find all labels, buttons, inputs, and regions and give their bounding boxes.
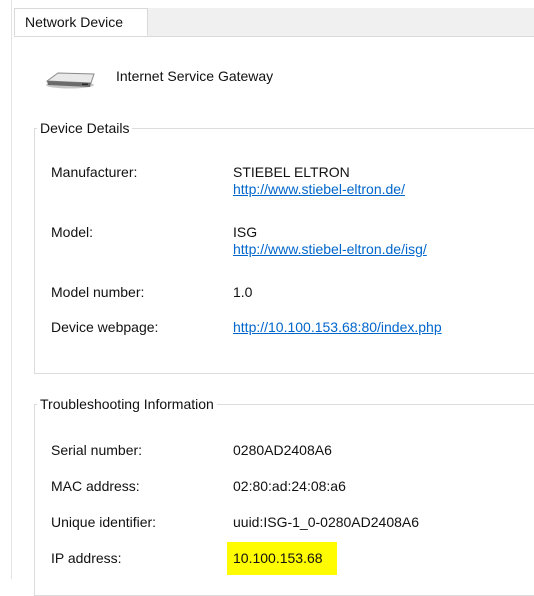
model-number: 1.0	[233, 284, 253, 300]
serial-number-label: Serial number:	[51, 442, 143, 458]
manufacturer-name: STIEBEL ELTRON	[233, 164, 350, 180]
tab-network-device[interactable]: Network Device	[14, 8, 148, 36]
model-link[interactable]: http://www.stiebel-eltron.de/isg/	[233, 241, 427, 257]
tab-bar: Network Device	[14, 8, 534, 37]
device-webpage-value: http://10.100.153.68:80/index.php	[233, 319, 442, 336]
troubleshooting-group: Troubleshooting Information Serial numbe…	[34, 396, 534, 596]
mac-address-label: MAC address:	[51, 478, 140, 494]
unique-identifier-label: Unique identifier:	[51, 514, 157, 530]
device-webpage-label: Device webpage:	[51, 319, 159, 335]
ip-address-label: IP address:	[51, 550, 122, 566]
unique-identifier-value: uuid:ISG-1_0-0280AD2408A6	[233, 514, 420, 530]
device-webpage-link[interactable]: http://10.100.153.68:80/index.php	[233, 319, 442, 335]
model-label: Model:	[51, 224, 94, 240]
manufacturer-link[interactable]: http://www.stiebel-eltron.de/	[233, 181, 405, 197]
router-icon	[45, 72, 95, 89]
model-number-value: 1.0	[233, 284, 252, 301]
model-number-label: Model number:	[51, 284, 145, 300]
ip-address-highlight: 10.100.153.68	[227, 542, 337, 575]
model-value: ISG http://www.stiebel-eltron.de/isg/	[233, 224, 427, 258]
serial-number-value: 0280AD2408A6	[233, 442, 332, 458]
device-name: Internet Service Gateway	[116, 68, 274, 84]
ip-address-value: 10.100.153.68	[227, 542, 337, 575]
troubleshooting-legend: Troubleshooting Information	[40, 396, 214, 412]
device-details-group: Device Details Manufacturer: STIEBEL ELT…	[34, 120, 534, 374]
device-header: Internet Service Gateway	[44, 62, 524, 92]
window-left-border	[11, 0, 12, 579]
manufacturer-label: Manufacturer:	[51, 164, 138, 180]
model-name: ISG	[233, 224, 258, 240]
mac-address-value: 02:80:ad:24:08:a6	[233, 478, 346, 494]
manufacturer-value: STIEBEL ELTRON http://www.stiebel-eltron…	[233, 164, 405, 198]
device-details-legend: Device Details	[40, 120, 130, 136]
